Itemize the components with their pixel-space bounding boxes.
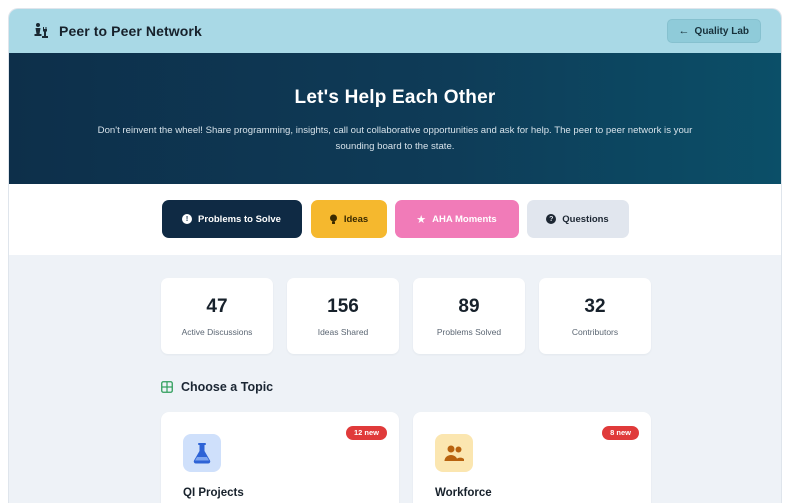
stat-label: Contributors bbox=[571, 327, 619, 337]
lightbulb-icon bbox=[329, 214, 337, 224]
stat-label: Problems Solved bbox=[436, 327, 502, 337]
new-count-badge: 12 new bbox=[345, 426, 387, 440]
topic-cards: 12 new QI Projects 8 new Workforce bbox=[161, 412, 651, 503]
stat-card-active-discussions: 47 Active Discussions bbox=[161, 278, 273, 354]
stat-label: Active Discussions bbox=[181, 327, 253, 337]
stat-value: 32 bbox=[584, 296, 606, 317]
exclamation-circle-icon: ! bbox=[182, 214, 193, 224]
category-tabs: ! Problems to Solve Ideas ★ AHA Moments … bbox=[9, 184, 781, 255]
hero-title: Let's Help Each Other bbox=[294, 87, 496, 108]
stat-value: 47 bbox=[206, 296, 228, 317]
star-icon: ★ bbox=[416, 213, 427, 226]
top-bar: Peer to Peer Network ← Quality Lab bbox=[9, 9, 781, 53]
stat-card-ideas-shared: 156 Ideas Shared bbox=[287, 278, 399, 354]
app-window: Peer to Peer Network ← Quality Lab Let's… bbox=[8, 8, 782, 503]
new-count-badge: 8 new bbox=[602, 426, 639, 440]
topic-heading: Choose a Topic bbox=[161, 380, 273, 394]
topic-card-title: QI Projects bbox=[183, 487, 244, 499]
stat-card-problems-solved: 89 Problems Solved bbox=[413, 278, 525, 354]
tab-ideas[interactable]: Ideas bbox=[310, 200, 387, 238]
tab-label: Problems to Solve bbox=[198, 213, 281, 225]
quality-lab-back-button[interactable]: ← Quality Lab bbox=[666, 19, 761, 43]
stat-label: Ideas Shared bbox=[317, 327, 369, 337]
topic-card-workforce[interactable]: 8 new Workforce bbox=[413, 412, 651, 503]
stat-card-contributors: 32 Contributors bbox=[539, 278, 651, 354]
tab-label: Ideas bbox=[343, 213, 369, 225]
chess-pieces-icon bbox=[34, 23, 48, 38]
topic-heading-label: Choose a Topic bbox=[181, 380, 274, 394]
app-title: Peer to Peer Network bbox=[59, 23, 202, 39]
stat-value: 156 bbox=[327, 296, 359, 317]
back-button-label: Quality Lab bbox=[694, 25, 749, 37]
stat-value: 89 bbox=[458, 296, 480, 317]
tab-problems-to-solve[interactable]: ! Problems to Solve bbox=[161, 200, 302, 238]
arrow-left-icon: ← bbox=[678, 25, 690, 37]
tab-label: AHA Moments bbox=[432, 213, 497, 225]
flask-icon bbox=[183, 434, 221, 472]
hero-banner: Let's Help Each Other Don't reinvent the… bbox=[9, 53, 781, 184]
topic-card-qi-projects[interactable]: 12 new QI Projects bbox=[161, 412, 399, 503]
stats-row: 47 Active Discussions 156 Ideas Shared 8… bbox=[161, 278, 651, 354]
hero-subtitle: Don't reinvent the wheel! Share programm… bbox=[97, 125, 693, 152]
question-circle-icon: ? bbox=[546, 214, 557, 224]
topic-card-title: Workforce bbox=[435, 487, 492, 499]
tab-aha-moments[interactable]: ★ AHA Moments bbox=[394, 200, 519, 238]
grid-icon bbox=[161, 381, 173, 393]
tab-questions[interactable]: ? Questions bbox=[526, 200, 629, 238]
brand: Peer to Peer Network bbox=[33, 22, 202, 40]
tab-label: Questions bbox=[562, 213, 609, 225]
people-icon bbox=[435, 434, 473, 472]
